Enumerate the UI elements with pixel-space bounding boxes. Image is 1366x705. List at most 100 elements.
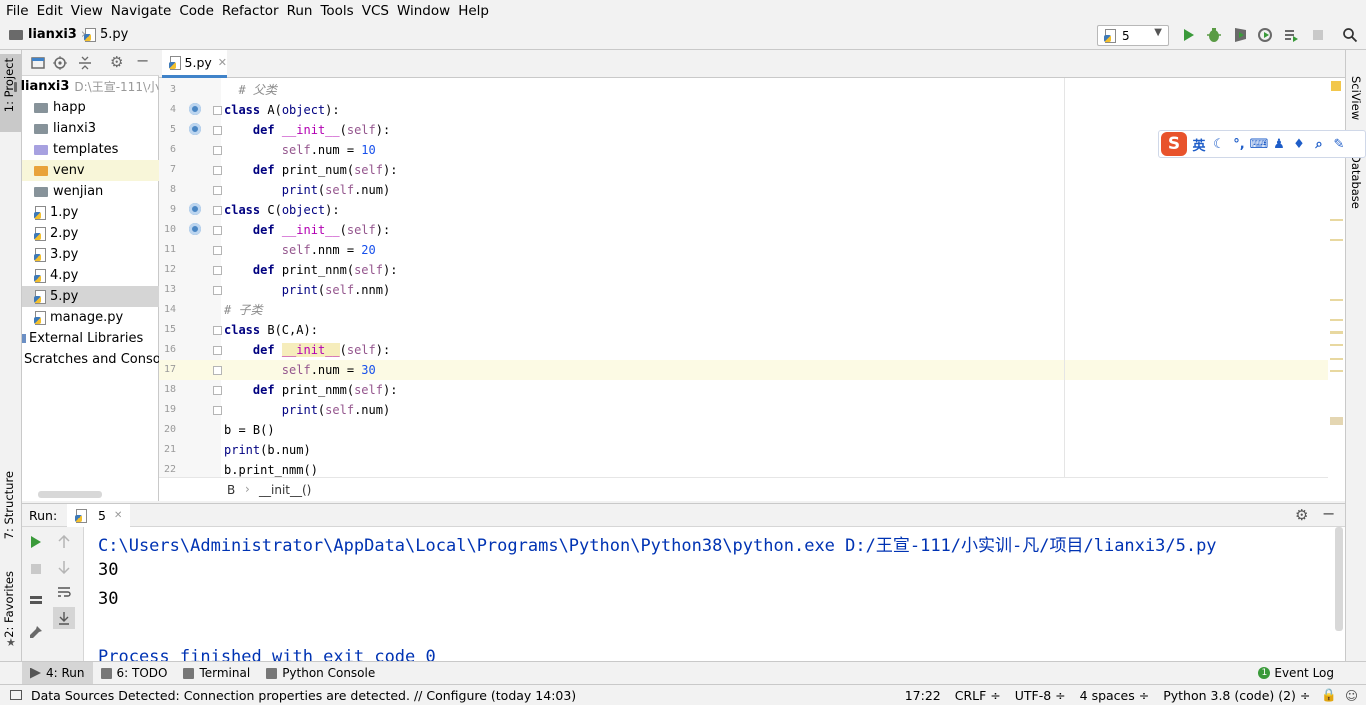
- code-line[interactable]: 15 class B(C,A):: [159, 320, 1345, 340]
- fold-marker-icon[interactable]: [213, 226, 222, 235]
- code-line[interactable]: 21 print(b.num): [159, 440, 1345, 460]
- fold-marker-icon[interactable]: [213, 206, 222, 215]
- punctuation-icon[interactable]: °,: [1231, 136, 1247, 152]
- code-line[interactable]: 19 print(self.num): [159, 400, 1345, 420]
- console-scrollbar[interactable]: [1335, 527, 1343, 631]
- code-line[interactable]: 4 class A(object):: [159, 100, 1345, 120]
- search-icon[interactable]: [1342, 27, 1358, 43]
- bottom-tab[interactable]: Terminal: [175, 662, 258, 685]
- fold-marker-icon[interactable]: [213, 126, 222, 135]
- bottom-tab[interactable]: 4: Run: [22, 661, 93, 685]
- lock-icon[interactable]: 🔒: [1317, 687, 1341, 703]
- code-line[interactable]: 3 # 父类: [159, 80, 1345, 100]
- code-line[interactable]: 14 # 子类: [159, 300, 1345, 320]
- menu-item-tools[interactable]: Tools: [316, 0, 357, 22]
- run-console[interactable]: C:\Users\Administrator\AppData\Local\Pro…: [84, 527, 1345, 661]
- menu-item-refactor[interactable]: Refactor: [218, 0, 283, 22]
- search-icon[interactable]: ⌕: [1311, 136, 1327, 152]
- line-separator[interactable]: CRLF ÷: [948, 688, 1008, 703]
- locate-file-icon[interactable]: [53, 56, 67, 70]
- caret-position[interactable]: 17:22: [898, 688, 948, 703]
- nav-crumb-project[interactable]: lianxi3 ›: [9, 27, 90, 42]
- fold-marker-icon[interactable]: [213, 366, 222, 375]
- menu-item-file[interactable]: File: [2, 0, 33, 22]
- inspector-icon[interactable]: ☺: [1341, 688, 1366, 703]
- menu-item-view[interactable]: View: [67, 0, 107, 22]
- run-tab[interactable]: 5 ✕: [67, 504, 131, 527]
- menu-item-navigate[interactable]: Navigate: [107, 0, 176, 22]
- indent-setting[interactable]: 4 spaces ÷: [1073, 688, 1157, 703]
- stop-icon[interactable]: [1310, 27, 1326, 43]
- code-line[interactable]: 10 def __init__(self):: [159, 220, 1345, 240]
- code-line[interactable]: 20 b = B(): [159, 420, 1345, 440]
- fold-marker-icon[interactable]: [213, 386, 222, 395]
- menu-item-window[interactable]: Window: [393, 0, 454, 22]
- python-interpreter[interactable]: Python 3.8 (code) (2) ÷: [1156, 688, 1317, 703]
- debug-icon[interactable]: [1206, 27, 1222, 43]
- soft-wrap-icon[interactable]: [57, 585, 71, 599]
- fold-marker-icon[interactable]: [213, 326, 222, 335]
- menu-item-edit[interactable]: Edit: [33, 0, 67, 22]
- warning-indicator-icon[interactable]: [1331, 81, 1341, 91]
- gear-icon[interactable]: ⚙: [1295, 506, 1308, 524]
- structure-tool-tab[interactable]: 7: Structure: [2, 471, 16, 539]
- rerun-icon[interactable]: [29, 535, 43, 549]
- fold-marker-icon[interactable]: [213, 166, 222, 175]
- overridden-method-icon[interactable]: [189, 203, 201, 215]
- run-config-actions-icon[interactable]: [1283, 27, 1299, 43]
- code-line[interactable]: 9 class C(object):: [159, 200, 1345, 220]
- project-view-icon[interactable]: [31, 56, 45, 70]
- breadcrumb-class[interactable]: B: [227, 483, 235, 497]
- close-icon[interactable]: ✕: [114, 510, 122, 521]
- run-config-select[interactable]: 5 ▼: [1097, 25, 1169, 46]
- fold-marker-icon[interactable]: [213, 286, 222, 295]
- breadcrumb-method[interactable]: __init__(): [259, 483, 311, 497]
- scroll-up-icon[interactable]: [57, 535, 71, 549]
- fold-marker-icon[interactable]: [213, 106, 222, 115]
- tree-item[interactable]: wenjian: [22, 181, 159, 202]
- moon-icon[interactable]: ☾: [1211, 136, 1227, 152]
- bottom-tab[interactable]: Python Console: [258, 662, 383, 685]
- nav-crumb-file[interactable]: 5.py: [84, 27, 128, 42]
- tree-scratches[interactable]: Scratches and Console: [22, 349, 172, 370]
- bottom-tab[interactable]: 6: TODO: [93, 662, 176, 685]
- tree-item[interactable]: lianxi3: [22, 118, 159, 139]
- tree-item[interactable]: 4.py: [22, 265, 159, 286]
- overridden-method-icon[interactable]: [189, 123, 201, 135]
- fold-marker-icon[interactable]: [213, 266, 222, 275]
- fold-marker-icon[interactable]: [213, 346, 222, 355]
- tree-item[interactable]: happ: [22, 97, 159, 118]
- menu-item-run[interactable]: Run: [283, 0, 317, 22]
- tree-item[interactable]: venv: [22, 160, 159, 181]
- sogou-logo-icon[interactable]: S: [1161, 132, 1187, 156]
- menu-item-vcs[interactable]: VCS: [358, 0, 393, 22]
- overridden-method-icon[interactable]: [189, 103, 201, 115]
- code-line[interactable]: 13 print(self.nnm): [159, 280, 1345, 300]
- horizontal-scrollbar[interactable]: [38, 491, 102, 498]
- fold-marker-icon[interactable]: [213, 146, 222, 155]
- database-tool-tab[interactable]: Database: [1349, 154, 1363, 209]
- user-icon[interactable]: ♟: [1271, 136, 1287, 152]
- overridden-method-icon[interactable]: [189, 223, 201, 235]
- tree-external-libraries[interactable]: External Libraries: [22, 328, 159, 349]
- tree-item[interactable]: templates: [22, 139, 159, 160]
- pin-icon[interactable]: [29, 625, 43, 639]
- fold-marker-icon[interactable]: [213, 406, 222, 415]
- fold-marker-icon[interactable]: [213, 186, 222, 195]
- fold-marker-icon[interactable]: [213, 246, 222, 255]
- tool-window-toggle-icon[interactable]: [10, 690, 22, 700]
- file-encoding[interactable]: UTF-8 ÷: [1008, 688, 1073, 703]
- code-line[interactable]: 17 self.num = 30: [159, 360, 1345, 380]
- layout-icon[interactable]: [29, 593, 43, 607]
- coverage-icon[interactable]: [1232, 27, 1248, 43]
- tree-item[interactable]: 2.py: [22, 223, 159, 244]
- code-line[interactable]: 18 def print_nmm(self):: [159, 380, 1345, 400]
- skin-shirt-icon[interactable]: ♦: [1291, 136, 1307, 152]
- code-line[interactable]: 12 def print_nnm(self):: [159, 260, 1345, 280]
- code-line[interactable]: 16 def __init__(self):: [159, 340, 1345, 360]
- keyboard-icon[interactable]: ⌨: [1250, 136, 1269, 152]
- wrench-icon[interactable]: ✎: [1331, 136, 1347, 152]
- favorites-tool-tab[interactable]: 2: Favorites: [2, 571, 16, 638]
- menu-item-help[interactable]: Help: [454, 0, 493, 22]
- minimize-icon[interactable]: −: [136, 51, 149, 70]
